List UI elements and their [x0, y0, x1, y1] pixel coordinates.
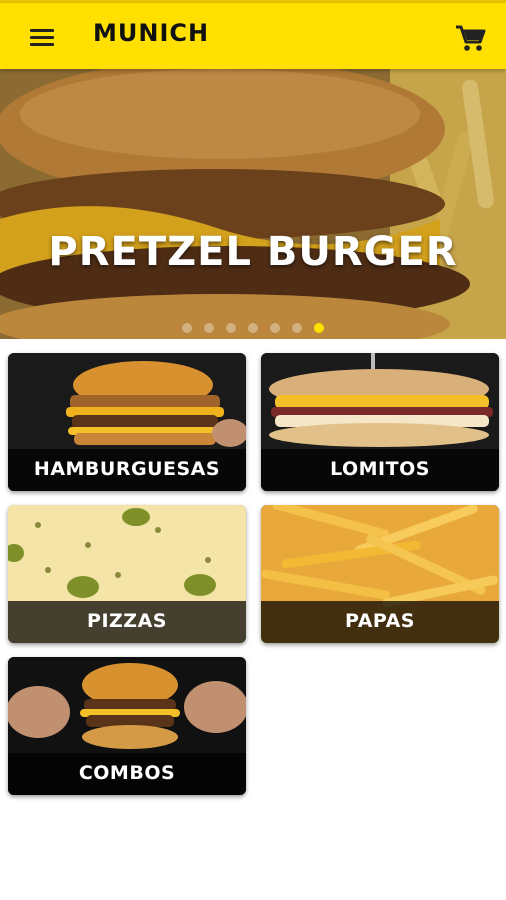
hero-burger-image	[0, 69, 506, 339]
category-card-pizzas[interactable]: PIZZAS	[8, 505, 246, 643]
category-label: PIZZAS	[8, 601, 246, 643]
menu-icon[interactable]	[22, 23, 62, 53]
category-label: COMBOS	[8, 753, 246, 795]
app-title: MUNICH	[93, 19, 210, 47]
category-label: LOMITOS	[261, 449, 499, 491]
carousel-dot[interactable]	[182, 322, 192, 333]
carousel-dot[interactable]	[204, 322, 214, 333]
carousel-dot[interactable]	[226, 322, 236, 333]
category-card-papas[interactable]: PAPAS	[261, 505, 499, 643]
category-card-hamburguesas[interactable]: HAMBURGUESAS	[8, 353, 246, 491]
carousel-indicators	[0, 317, 506, 333]
shopping-cart-icon[interactable]	[452, 21, 488, 55]
app-bar: MUNICH	[0, 3, 506, 69]
carousel-dot[interactable]	[248, 322, 258, 333]
carousel-dot-active[interactable]	[314, 322, 324, 333]
category-label: PAPAS	[261, 601, 499, 643]
category-card-combos[interactable]: COMBOS	[8, 657, 246, 795]
category-label: HAMBURGUESAS	[8, 449, 246, 491]
carousel-dot[interactable]	[270, 322, 280, 333]
hero-carousel[interactable]: PRETZEL BURGER	[0, 69, 506, 339]
carousel-dot[interactable]	[292, 322, 302, 333]
hero-title: PRETZEL BURGER	[48, 229, 458, 275]
category-card-lomitos[interactable]: LOMITOS	[261, 353, 499, 491]
